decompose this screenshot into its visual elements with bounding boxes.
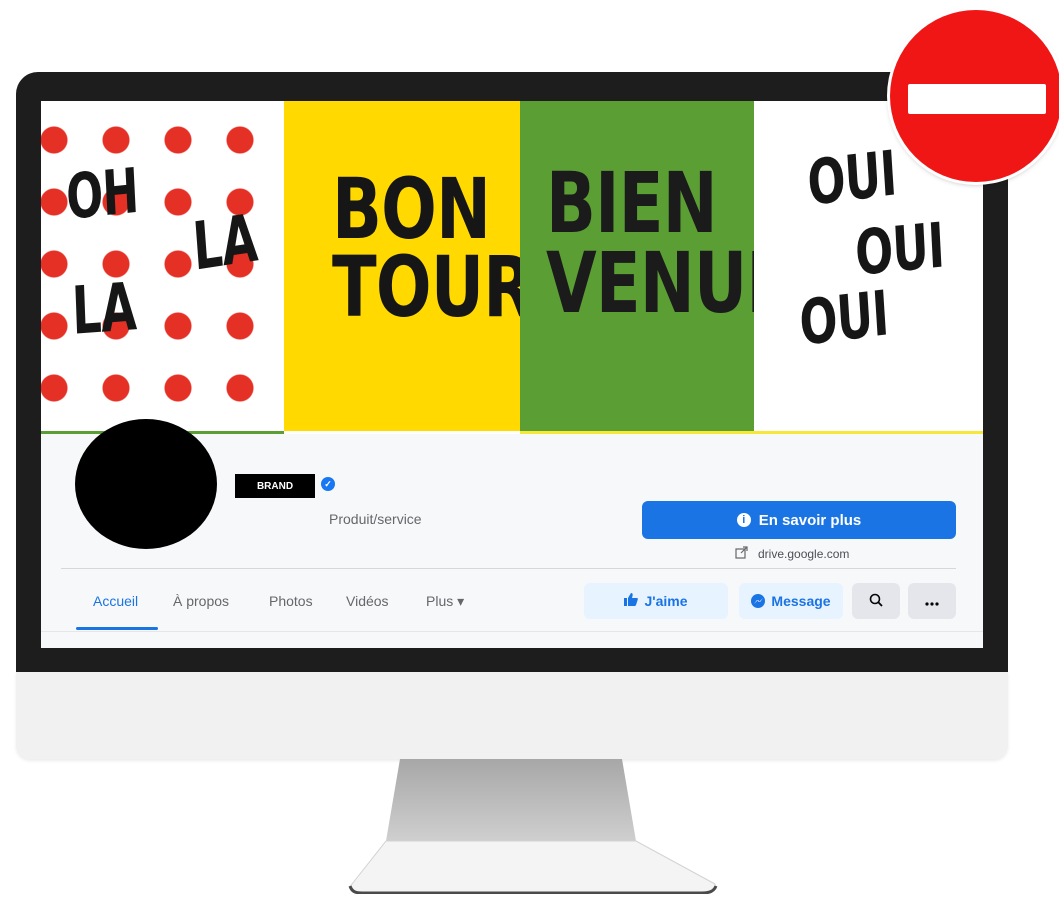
search-button[interactable] <box>852 583 900 619</box>
cover-photo: OH LA LA BON TOUR BIEN VENUE OUI OUI OUI <box>41 101 983 434</box>
tabs-bottom-border <box>41 631 983 632</box>
messenger-icon <box>751 594 766 608</box>
like-button[interactable]: J'aime <box>584 583 728 619</box>
cover-text: BON <box>332 160 491 258</box>
active-tab-indicator <box>76 627 158 630</box>
monitor-chin <box>16 672 1008 759</box>
facebook-page-screen: OH LA LA BON TOUR BIEN VENUE OUI OUI OUI… <box>41 101 983 648</box>
external-link-icon <box>735 546 748 562</box>
cover-text: OUI <box>853 208 946 290</box>
learn-more-button[interactable]: i En savoir plus <box>642 501 956 539</box>
cover-text: OUI <box>797 276 891 360</box>
cover-text: LA <box>70 268 138 350</box>
cover-panel-green: BIEN VENUE <box>520 101 754 434</box>
cover-text: BIEN <box>546 154 718 252</box>
message-label: Message <box>771 593 831 609</box>
tab-a-propos[interactable]: À propos <box>173 593 229 609</box>
more-button[interactable] <box>908 583 956 619</box>
verified-check-icon: ✓ <box>321 477 335 491</box>
page-category: Produit/service <box>329 511 422 527</box>
cover-text: TOUR <box>332 238 520 336</box>
like-label: J'aime <box>644 593 688 609</box>
monitor-stand <box>348 759 718 894</box>
tab-accueil[interactable]: Accueil <box>93 593 138 609</box>
tab-photos[interactable]: Photos <box>269 593 313 609</box>
cover-text: OH <box>64 153 140 234</box>
cover-text: VENUE <box>546 234 754 332</box>
cover-panel-yellow: BON TOUR <box>284 101 520 434</box>
cover-panel-polka-dots: OH LA LA <box>41 101 284 434</box>
tab-plus[interactable]: Plus ▾ <box>426 593 464 610</box>
website-link-text: drive.google.com <box>758 547 850 561</box>
tab-videos[interactable]: Vidéos <box>346 593 389 609</box>
page-name[interactable]: BRAND <box>235 474 315 498</box>
website-link[interactable]: drive.google.com <box>735 546 849 562</box>
avatar[interactable] <box>75 419 217 549</box>
no-entry-bar <box>908 84 1046 114</box>
learn-more-label: En savoir plus <box>758 511 862 529</box>
header-divider <box>61 568 956 569</box>
more-icon <box>925 593 939 609</box>
cover-text: LA <box>190 199 260 286</box>
message-button[interactable]: Message <box>739 583 843 619</box>
thumbs-up-icon <box>624 593 639 609</box>
no-entry-sign-icon <box>890 10 1059 182</box>
cover-text: OUI <box>805 136 899 220</box>
search-icon <box>869 593 883 610</box>
info-icon: i <box>736 513 751 527</box>
